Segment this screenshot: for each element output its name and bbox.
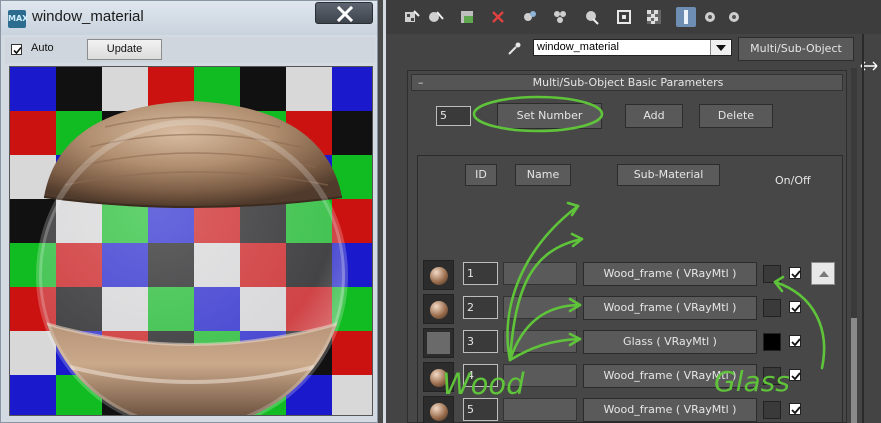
scroll-up-button[interactable] [811,262,835,285]
auto-label: Auto [31,42,54,54]
sub-material-color-swatch[interactable] [763,265,781,283]
checkmark-icon [791,372,801,381]
column-header-id[interactable]: ID [465,164,497,186]
sub-material-swatch[interactable] [423,260,454,290]
assign-material-icon[interactable] [426,7,446,27]
sub-material-swatch[interactable] [423,294,454,324]
sub-material-name-field[interactable] [503,262,577,285]
sub-material-swatch[interactable] [423,362,454,392]
add-button[interactable]: Add [625,104,683,128]
sub-material-on-checkbox[interactable] [789,369,801,381]
sub-material-color-swatch[interactable] [763,401,781,419]
checkmark-icon [791,338,801,347]
go-forward-icon[interactable] [724,7,744,27]
column-header-name[interactable]: Name [515,164,571,186]
reset-map-icon[interactable] [458,7,478,27]
sub-material-name-field[interactable] [503,330,577,353]
material-ball-icon [430,403,448,421]
sub-material-row: 2 Wood_frame ( VRayMtl ) [418,294,842,324]
sub-material-row: 1 Wood_frame ( VRayMtl ) [418,260,842,290]
sub-material-id-field[interactable]: 4 [463,364,498,387]
checkmark-icon [13,46,22,55]
material-id-icon[interactable] [614,7,634,27]
rollout-header[interactable]: Multi/Sub-Object Basic Parameters – [411,74,843,91]
put-to-library-icon[interactable] [582,7,602,27]
sub-material-name-field[interactable] [503,296,577,319]
checkmark-icon [791,406,801,415]
checkmark-icon [791,270,801,279]
close-button[interactable] [315,2,373,24]
auto-checkbox[interactable] [11,44,22,55]
rollout-collapse-toggle[interactable]: – [418,76,424,89]
material-name-dropdown[interactable] [710,40,730,55]
sub-material-row: 4 Wood_frame ( VRayMtl ) [418,362,842,392]
set-number-input[interactable]: 5 [436,106,471,126]
sub-material-color-swatch[interactable] [763,333,781,351]
sub-material-swatch[interactable] [423,396,454,423]
sub-material-on-checkbox[interactable] [789,403,801,415]
delete-icon[interactable] [488,7,508,27]
sub-material-list: ID Name Sub-Material On/Off 1 Wood_frame … [417,155,843,423]
sub-material-row: 3 Glass ( VRayMtl ) [418,328,842,358]
panel-divider [862,34,864,423]
sub-material-color-swatch[interactable] [763,367,781,385]
material-ball-icon [430,267,448,285]
make-unique-icon[interactable] [550,7,570,27]
material-editor-panel: window_material Multi/Sub-Object Multi/S… [383,0,881,423]
app-icon: MAX [8,10,28,28]
material-ball-icon [430,369,448,387]
go-to-parent-icon[interactable] [700,7,720,27]
checkmark-icon [791,304,801,313]
preview-window-title: window_material [32,8,144,25]
material-type-button[interactable]: Multi/Sub-Object [738,37,854,61]
multi-sub-object-rollout: Multi/Sub-Object Basic Parameters – 5 Se… [407,70,847,423]
sub-material-id-field[interactable]: 3 [463,330,498,353]
copy-material-icon[interactable] [520,7,540,27]
sub-material-button[interactable]: Wood_frame ( VRayMtl ) [583,262,757,286]
set-number-button[interactable]: Set Number [497,103,602,129]
sub-material-color-swatch[interactable] [763,299,781,317]
background-checker-icon[interactable] [644,7,664,27]
material-ball-icon [430,301,448,319]
preview-sphere-render [10,67,372,415]
sub-material-button[interactable]: Wood_frame ( VRayMtl ) [583,296,757,320]
chevron-up-icon [819,271,829,277]
sub-material-name-field[interactable] [503,364,577,387]
sub-material-row: 5 Wood_frame ( VRayMtl ) [418,396,842,423]
sub-material-id-field[interactable]: 1 [463,262,498,285]
sub-material-on-checkbox[interactable] [789,267,801,279]
chevron-down-icon [716,45,726,51]
editor-scrollbar[interactable] [851,68,857,423]
put-to-scene-icon[interactable] [402,7,422,27]
sub-material-on-checkbox[interactable] [789,335,801,347]
material-name-field[interactable]: window_material [533,39,732,56]
sub-material-button[interactable]: Wood_frame ( VRayMtl ) [583,364,757,388]
update-button[interactable]: Update [87,39,162,60]
sub-material-name-field[interactable] [503,398,577,421]
preview-toolbar: Auto Update [5,37,375,63]
preview-title-bar: MAX window_material [1,1,377,35]
show-map-icon[interactable] [676,7,696,27]
sub-material-on-checkbox[interactable] [789,301,801,313]
column-header-sub-material[interactable]: Sub-Material [617,164,720,186]
sub-material-button[interactable]: Glass ( VRayMtl ) [583,330,757,354]
column-header-on-off: On/Off [775,174,811,187]
material-editor-toolbar [386,0,881,34]
material-preview-window: MAX window_material Auto Update [0,0,378,423]
scrollbar-thumb[interactable] [851,318,857,423]
sub-material-swatch[interactable] [423,328,454,358]
sub-material-id-field[interactable]: 2 [463,296,498,319]
material-swatch-icon [427,332,450,354]
material-preview-render [9,66,373,416]
delete-button[interactable]: Delete [699,104,773,128]
eyedropper-icon[interactable] [506,41,522,57]
sub-material-id-field[interactable]: 5 [463,398,498,421]
rollout-title: Multi/Sub-Object Basic Parameters [532,76,724,89]
sub-material-button[interactable]: Wood_frame ( VRayMtl ) [583,398,757,422]
close-icon [336,5,354,23]
